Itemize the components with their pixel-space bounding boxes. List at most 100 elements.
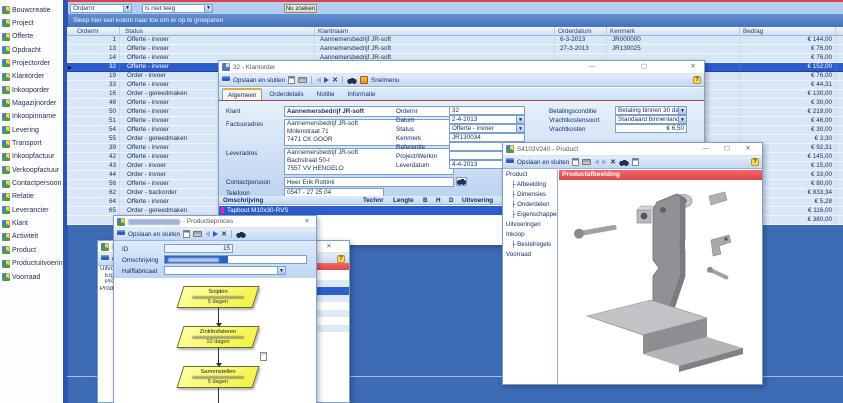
maximize-button[interactable]: ▢ [720, 143, 734, 154]
save-close-button[interactable]: Opslaan en sluiten [128, 231, 180, 238]
save-icon[interactable] [101, 255, 109, 263]
copy-icon[interactable] [572, 158, 579, 166]
document-icon[interactable] [260, 352, 267, 361]
save-close-button[interactable]: Opslaan en sluiten [233, 77, 285, 84]
sidebar-item-contactpersoon[interactable]: Contactpersoon [2, 178, 61, 190]
chevron-down-icon[interactable]: ▼ [516, 116, 524, 123]
minimize-button[interactable]: — [585, 61, 599, 72]
chevron-down-icon[interactable]: ▼ [516, 125, 524, 132]
paste-icon[interactable] [632, 158, 639, 166]
sidebar-item-productuitvoering[interactable]: Productuitvoering [2, 258, 66, 270]
help-icon[interactable]: ? [751, 158, 759, 166]
delete-icon[interactable]: ✕ [610, 159, 616, 166]
tree-item-uitvoeringen[interactable]: Uitvoeringen [503, 220, 557, 230]
tab-notitie[interactable]: Notitie [311, 88, 341, 100]
search-icon[interactable] [236, 231, 246, 238]
klant-field[interactable]: Aannemersbedrijf JR-soft [284, 106, 454, 117]
chevron-down-icon[interactable]: ▼ [204, 5, 212, 12]
close-button[interactable]: ✕ [300, 216, 314, 227]
search-icon[interactable] [347, 77, 357, 84]
sidebar-item-relatie[interactable]: Relatie [2, 191, 34, 203]
copy-icon[interactable] [183, 230, 190, 238]
betalingsconditie-field[interactable]: Betaling binnen 30 dagen▼ [615, 106, 687, 115]
sidebar-item-inkoopinname[interactable]: Inkoopinname [2, 111, 56, 123]
sidebar-item-offerte[interactable]: Offerte [2, 31, 33, 43]
maximize-button[interactable]: ▢ [637, 61, 651, 72]
column-header-status[interactable]: Status [122, 27, 315, 36]
column-header-ordernr[interactable]: Ordernr [74, 27, 120, 36]
help-icon[interactable]: ? [693, 76, 701, 84]
search-icon[interactable] [619, 159, 629, 166]
close-button[interactable]: ✕ [322, 241, 336, 252]
contactpersoon-field[interactable]: Heer Erik Rottink [284, 177, 454, 187]
id-field[interactable]: 15 [164, 244, 233, 253]
sidebar-item-product[interactable]: Product [2, 244, 36, 256]
next-record-icon[interactable] [213, 231, 218, 237]
group-by-bar[interactable]: Sleep hier een kolom naar toe om er op t… [68, 14, 843, 27]
sidebar-item-activiteit[interactable]: Activiteit [2, 231, 38, 243]
sidebar-item-klantorder[interactable]: Klantorder [2, 71, 44, 83]
sidebar-item-project[interactable]: Project [2, 17, 34, 29]
process-step-zinkfosfateren[interactable]: Zinkfosfateren10 dagen [176, 326, 259, 348]
sidebar-item-leverancier[interactable]: Leverancier [2, 204, 49, 216]
tree-item-afbeelding[interactable]: ├ Afbeelding [503, 180, 557, 190]
chevron-down-icon[interactable]: ▼ [678, 116, 686, 123]
tree-item-bestelregels[interactable]: ├ Bestelregels [503, 240, 557, 250]
column-header-kenmerk[interactable]: Kenmerk [607, 27, 740, 36]
tab-informatie[interactable]: Informatie [342, 88, 382, 100]
column-header-bedrag[interactable]: Bedrag [740, 27, 836, 36]
halffabricaat-dropdown[interactable]: ▼ [164, 266, 286, 275]
sidebar-item-projectorder[interactable]: Projectorder [2, 57, 50, 69]
tab-algemeen[interactable]: Algemeen [222, 88, 262, 100]
chevron-down-icon[interactable]: ▼ [123, 5, 131, 12]
snelmenu-button[interactable]: Snelmenu [371, 77, 399, 84]
filter-field-dropdown[interactable]: Ordernr ▼ [70, 4, 132, 13]
tree-item-voorraad[interactable]: Voorraad [503, 250, 557, 260]
save-icon[interactable] [506, 158, 514, 166]
delete-icon[interactable]: ✕ [332, 77, 338, 84]
sidebar-item-inkoopfactuur[interactable]: Inkoopfactuur [2, 151, 54, 163]
tree-item-onderdelen[interactable]: ├ Onderdelen [503, 200, 557, 210]
chevron-down-icon[interactable]: ▼ [678, 107, 686, 114]
save-icon[interactable] [117, 230, 125, 238]
datum-field[interactable]: 2-4-2013▼ [449, 115, 525, 124]
ordernr-field[interactable]: 32 [449, 106, 525, 115]
next-record-icon[interactable] [324, 77, 329, 83]
print-icon[interactable] [298, 77, 307, 83]
sidebar-item-magazijnorder[interactable]: Magazijnorder [2, 97, 56, 109]
close-button[interactable]: ✕ [741, 143, 755, 154]
snelmenu-icon[interactable] [360, 76, 368, 84]
sidebar-item-verkoopfactuur[interactable]: Verkoopfactuur [2, 164, 59, 176]
factuuradres-field[interactable]: Aannemersbedrijf JR-soft Molenstraat 71 … [284, 119, 454, 146]
sidebar-item-inkooporder[interactable]: Inkooporder [2, 84, 49, 96]
previous-record-icon[interactable] [594, 159, 599, 165]
sidebar-item-klant[interactable]: Klant [2, 218, 28, 230]
filter-operator-dropdown[interactable]: is niet leeg ▼ [142, 4, 213, 13]
process-step-samenstellen[interactable]: Samenstellen5 dagen [176, 366, 259, 388]
copy-icon[interactable] [288, 76, 295, 84]
minimize-button[interactable]: — [699, 143, 713, 154]
status-field[interactable]: Offerte - invoer▼ [449, 124, 525, 133]
column-header-orderdatum[interactable]: Orderdatum [555, 27, 607, 36]
save-close-button[interactable]: Opslaan en sluiten [517, 159, 569, 166]
tree-item-inkoop[interactable]: Inkoop [503, 230, 557, 240]
omschrijving-field[interactable] [164, 255, 307, 264]
print-icon[interactable] [193, 231, 202, 237]
tab-orderdetails[interactable]: Orderdetails [263, 88, 309, 100]
next-record-icon[interactable] [602, 159, 607, 165]
chevron-down-icon[interactable]: ▼ [277, 267, 285, 274]
process-step-snijden[interactable]: Snijden5 dagen [176, 286, 259, 308]
close-button[interactable]: ✕ [686, 61, 700, 72]
contactpersoon-lookup-button[interactable] [456, 177, 467, 186]
vrachtkostensoort-field[interactable]: Standaard binnenland▼ [615, 115, 687, 124]
tree-item-eigenschappen[interactable]: ├ Eigenschappen [503, 210, 557, 220]
previous-record-icon[interactable] [316, 77, 321, 83]
print-icon[interactable] [582, 159, 591, 165]
previous-record-icon[interactable] [205, 231, 210, 237]
sidebar-item-bouwcreatie[interactable]: Bouwcreatie [2, 4, 51, 16]
sidebar-item-opdracht[interactable]: Opdracht [2, 44, 41, 56]
kenmerk-field[interactable]: JR130034 [449, 133, 525, 142]
table-row[interactable]: 13Offerte - invoerAannemersbedrijf JR-so… [67, 45, 843, 54]
column-header-klantnaam[interactable]: Klantnaam [315, 27, 555, 36]
vrachtkosten-field[interactable]: € 6,50 [615, 124, 687, 133]
